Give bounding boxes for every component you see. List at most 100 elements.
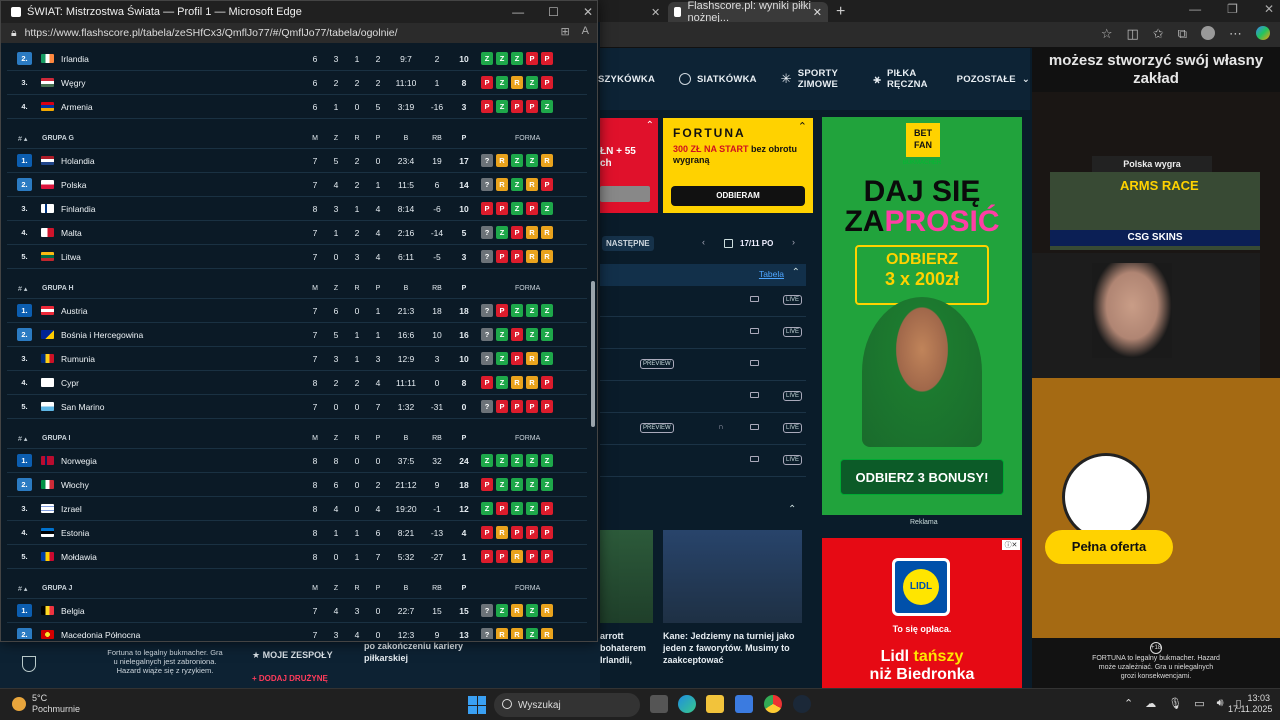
table-row[interactable]: 3. Rumunia 7 3 1 3 12:9 3 10? Z P R Z (7, 347, 587, 371)
team-name[interactable]: Malta (61, 228, 82, 238)
col-header-rb[interactable]: RB (425, 285, 449, 292)
store-icon[interactable] (735, 695, 753, 713)
news-headline[interactable]: Kane: Jedziemy na turniej jako jeden z f… (663, 630, 805, 666)
team-name[interactable]: Polska (61, 180, 87, 190)
col-header-r[interactable]: R (346, 285, 368, 292)
table-row[interactable]: 1. Norwegia 8 8 0 0 37:5 32 24 Z Z Z Z Z (7, 449, 587, 473)
table-row[interactable]: 2. Macedonia Północna 7 3 4 0 12:3 9 13? R R Z R (7, 623, 587, 639)
col-header-m[interactable]: M (304, 435, 326, 442)
col-header-rb[interactable]: RB (425, 435, 449, 442)
betfan-ad[interactable]: BET FAN BUKMACHER DAJ SIĘ ZAPROSIĆ ODBIE… (822, 117, 1022, 526)
team-name[interactable]: Macedonia Północna (61, 630, 140, 640)
fortuna-cta-button[interactable]: ODBIERAM (671, 186, 805, 206)
form-badge[interactable]: Z (496, 454, 508, 467)
minimize-button[interactable]: — (1189, 2, 1201, 16)
form-badge[interactable]: R (511, 628, 523, 639)
form-badge[interactable]: P (526, 400, 538, 413)
table-row[interactable]: 2. Bośnia i Hercegowina 7 5 1 1 16:6 10 16? Z P Z Z (7, 323, 587, 347)
form-badge[interactable]: Z (511, 178, 523, 191)
task-view-icon[interactable] (650, 695, 668, 713)
table-row[interactable]: 3. Węgry 6 2 2 2 11:10 1 8 P Z R Z P (7, 71, 587, 95)
popup-url-bar[interactable]: 🔒︎ https://www.flashscore.pl/tabela/zeSH… (1, 23, 597, 43)
form-badge[interactable]: R (496, 154, 508, 167)
form-badge[interactable]: P (496, 250, 508, 263)
form-badge[interactable]: P (481, 550, 493, 563)
form-badge[interactable]: Z (496, 376, 508, 389)
form-badge[interactable]: P (526, 526, 538, 539)
rank-sort-header[interactable]: # ▴ (18, 585, 27, 593)
form-badge[interactable]: P (541, 52, 553, 65)
col-header-m[interactable]: M (304, 285, 326, 292)
form-badge[interactable]: P (496, 202, 508, 215)
favorites-icon[interactable]: ✩ (1153, 26, 1164, 42)
add-team-link[interactable]: + DODAJ DRUŻYNĘ (252, 674, 328, 683)
form-badge[interactable]: P (496, 502, 508, 515)
favorite-star-icon[interactable]: ☆ (1101, 26, 1113, 42)
nav-basketball[interactable]: SZYKÓWKA (598, 74, 655, 85)
table-row[interactable]: 5. Mołdawia 8 0 1 7 5:32 -27 1 P P R P P (7, 545, 587, 569)
form-badge[interactable]: ? (481, 226, 493, 239)
form-badge[interactable]: Z (496, 52, 508, 65)
form-badge[interactable]: Z (511, 502, 523, 515)
date-prev-icon[interactable]: ‹ (702, 237, 705, 247)
form-badge[interactable]: Z (541, 352, 553, 365)
rank-sort-header[interactable]: # ▴ (18, 435, 27, 443)
form-badge[interactable]: R (541, 154, 553, 167)
col-header-b[interactable]: B (391, 435, 421, 442)
form-badge[interactable]: ? (481, 328, 493, 341)
team-name[interactable]: Izrael (61, 504, 82, 514)
form-badge[interactable]: R (541, 628, 553, 639)
red-promo-ad[interactable]: ŁN + 55 ch ⌃ (600, 118, 658, 213)
form-badge[interactable]: Z (541, 454, 553, 467)
table-row[interactable]: 1. Belgia 7 4 3 0 22:7 15 15? Z R Z R (7, 599, 587, 623)
form-badge[interactable]: Z (496, 328, 508, 341)
chrome-icon[interactable] (764, 695, 782, 713)
form-badge[interactable]: P (541, 502, 553, 515)
fixture-row[interactable]: PREVIEW ∩ LIVE (600, 414, 806, 445)
form-badge[interactable]: Z (541, 478, 553, 491)
form-badge[interactable]: Z (511, 304, 523, 317)
form-badge[interactable]: P (541, 550, 553, 563)
form-badge[interactable]: R (511, 604, 523, 617)
form-badge[interactable]: Z (541, 202, 553, 215)
col-header-rb[interactable]: RB (425, 585, 449, 592)
form-badge[interactable]: Z (481, 454, 493, 467)
form-badge[interactable]: R (526, 250, 538, 263)
table-row[interactable]: 2. Irlandia 6 3 1 2 9:7 2 10 Z Z Z P P (7, 47, 587, 71)
form-badge[interactable]: P (481, 100, 493, 113)
maximize-button[interactable]: ☐ (548, 5, 559, 19)
new-tab-button[interactable]: + (830, 2, 851, 22)
form-badge[interactable]: P (511, 526, 523, 539)
form-badge[interactable]: R (526, 178, 538, 191)
col-header-p[interactable]: P (367, 285, 389, 292)
col-header-r[interactable]: R (346, 435, 368, 442)
table-row[interactable]: 3. Finlandia 8 3 1 4 8:14 -6 10 P P Z P Z (7, 197, 587, 221)
table-row[interactable]: 5. San Marino 7 0 0 7 1:32 -31 0? P P P P (7, 395, 587, 419)
col-header-m[interactable]: M (304, 135, 326, 142)
form-badge[interactable]: Z (511, 52, 523, 65)
chevron-up-icon[interactable]: ⌃ (788, 504, 796, 515)
collections-icon[interactable]: ⧉ (1178, 26, 1187, 42)
col-header-r[interactable]: R (346, 585, 368, 592)
form-badge[interactable]: P (511, 100, 523, 113)
form-badge[interactable]: P (496, 304, 508, 317)
form-badge[interactable]: R (541, 250, 553, 263)
table-row[interactable]: 4. Malta 7 1 2 4 2:16 -14 5? Z P R R (7, 221, 587, 245)
form-badge[interactable]: Z (526, 76, 538, 89)
form-badge[interactable]: P (511, 352, 523, 365)
form-badge[interactable]: Z (511, 478, 523, 491)
tab-flashscore[interactable]: Flashscore.pl: wyniki piłki nożnej... ✕ (668, 0, 828, 24)
form-badge[interactable]: Z (526, 478, 538, 491)
date-label[interactable]: 17/11 PO (740, 239, 773, 248)
table-row[interactable]: 1. Austria 7 6 0 1 21:3 18 18? P Z Z Z (7, 299, 587, 323)
chevron-up-icon[interactable]: ⌃ (1124, 697, 1133, 710)
fixture-row[interactable]: LIVE (600, 382, 806, 413)
fortuna-ad[interactable]: FORTUNA ⌃ 300 ZŁ NA START bez obrotu wyg… (663, 118, 813, 213)
col-header-rb[interactable]: RB (425, 135, 449, 142)
col-header-b[interactable]: B (391, 285, 421, 292)
form-badge[interactable]: R (541, 604, 553, 617)
file-explorer-icon[interactable] (706, 695, 724, 713)
form-badge[interactable]: R (541, 226, 553, 239)
start-button[interactable] (468, 696, 486, 714)
form-badge[interactable]: ? (481, 250, 493, 263)
